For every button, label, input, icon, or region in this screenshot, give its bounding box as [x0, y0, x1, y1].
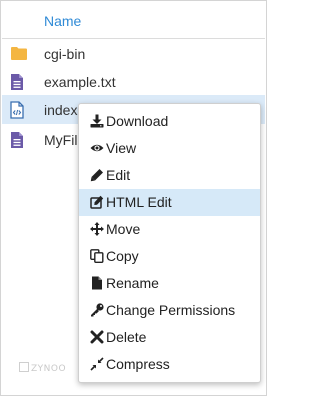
download-icon: [90, 114, 104, 128]
menu-item-label: Change Permissions: [106, 302, 236, 318]
file-list-header: Name: [2, 2, 265, 39]
menu-item-label: Move: [106, 221, 141, 237]
menu-item-label: Copy: [106, 248, 139, 264]
text-file-icon: [10, 131, 26, 149]
x-icon: [90, 330, 104, 344]
menu-item-html-edit[interactable]: HTML Edit: [79, 189, 260, 216]
menu-item-edit[interactable]: Edit: [79, 162, 260, 189]
watermark-logo: ZYNOO: [19, 362, 66, 374]
text-file-icon: [10, 73, 26, 91]
menu-item-label: Rename: [106, 275, 159, 291]
file-name: example.txt: [44, 74, 116, 90]
pencil-icon: [90, 168, 104, 182]
menu-item-label: Delete: [106, 329, 147, 345]
menu-item-compress[interactable]: Compress: [79, 351, 260, 378]
folder-icon: [10, 45, 27, 63]
menu-item-rename[interactable]: Rename: [79, 270, 260, 297]
menu-item-copy[interactable]: Copy: [79, 243, 260, 270]
menu-item-delete[interactable]: Delete: [79, 324, 260, 351]
move-arrows-icon: [90, 222, 104, 236]
file-name: cgi-bin: [44, 46, 86, 62]
menu-item-label: Compress: [106, 356, 170, 372]
menu-item-label: HTML Edit: [106, 194, 172, 210]
html-file-icon: [10, 101, 26, 119]
menu-item-view[interactable]: View: [79, 135, 260, 162]
file-icon: [90, 276, 104, 290]
key-icon: [90, 303, 104, 317]
file-name: index.: [44, 102, 82, 118]
menu-item-label: Download: [106, 113, 169, 129]
menu-item-label: View: [106, 140, 137, 156]
compress-icon: [90, 357, 104, 371]
context-menu: Download View Edit HTML Edit Move Copy R…: [78, 103, 261, 383]
file-row[interactable]: example.txt: [2, 67, 265, 96]
menu-item-change-permissions[interactable]: Change Permissions: [79, 297, 260, 324]
name-column-header[interactable]: Name: [44, 13, 81, 29]
file-row[interactable]: cgi-bin: [2, 39, 265, 68]
menu-item-download[interactable]: Download: [79, 108, 260, 135]
menu-item-move[interactable]: Move: [79, 216, 260, 243]
eye-icon: [90, 141, 104, 155]
menu-item-label: Edit: [106, 167, 131, 183]
copy-icon: [90, 249, 104, 263]
edit-square-icon: [90, 195, 104, 209]
